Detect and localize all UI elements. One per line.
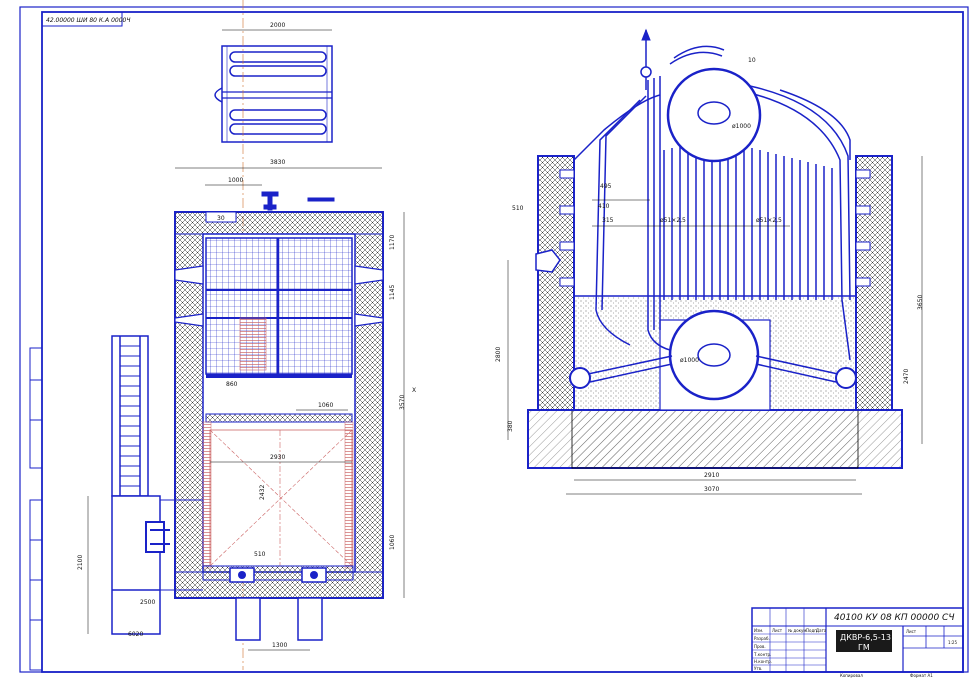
title-row-0: Изм. <box>754 628 763 633</box>
title-row-1: Лист <box>772 628 783 633</box>
label-sub: ГМ <box>858 643 870 652</box>
safety-valve <box>640 28 652 90</box>
foot-right <box>297 597 323 641</box>
dim-hatch-marker: 30 <box>217 215 225 222</box>
lower-drum-dia: ø1000 <box>680 357 699 364</box>
dim-inner-width: 2930 <box>270 454 285 461</box>
title-row-2: № докум. <box>788 628 808 633</box>
corner-stamp: 42.00000 ШИ 80 К.А 0000Ч <box>46 17 130 24</box>
dim-foot-spacing: 1300 <box>272 642 287 649</box>
dim-right-h2: 2470 <box>903 369 910 384</box>
dim-grate: 510 <box>254 551 266 558</box>
tube-spec-1: ø51×2,5 <box>660 217 686 224</box>
title-row-7: Т.контр. <box>753 652 771 657</box>
dim-hatch-width: 1060 <box>318 402 333 409</box>
title-row-6: Пров. <box>754 644 766 649</box>
dim-left-inner: 860 <box>226 381 238 388</box>
burner-fitting <box>261 191 335 211</box>
dim-base-h: 380 <box>507 420 514 432</box>
dim-right-v4: 1060 <box>389 535 396 550</box>
stair-steps <box>120 345 140 487</box>
dim-inner-v: 2432 <box>259 485 266 500</box>
top-tube-bundle <box>214 45 333 143</box>
title-row-5: Разраб. <box>754 636 770 641</box>
dim-top-width: 2000 <box>270 22 285 29</box>
dim-right-v1: 1170 <box>389 235 396 250</box>
plan-view: 2000 3830 1000 30 860 1060 2930 2432 510… <box>77 0 416 670</box>
leader-10: 10 <box>748 57 756 64</box>
dim-bottom-w1: 2910 <box>704 472 719 479</box>
dim-stair-h: 2100 <box>77 555 84 570</box>
format-left: Копировал <box>840 673 863 678</box>
format-right: Формат A1 <box>910 673 933 678</box>
generating-tubes <box>663 142 833 300</box>
stage-label: Лист <box>906 629 917 634</box>
title-row-9: Утв. <box>754 666 762 671</box>
platform <box>111 495 161 635</box>
dim-d3: 315 <box>602 217 614 224</box>
title-row-4: Дата <box>816 628 827 633</box>
dim-overall-width: 3830 <box>270 159 285 166</box>
title-row-8: Н.контр. <box>754 659 772 664</box>
left-margin-blocks <box>29 347 43 671</box>
dim-right-v2: 1145 <box>389 285 396 300</box>
dim-d4: 510 <box>512 205 524 212</box>
scale-value: 1:25 <box>948 640 957 645</box>
dim-d2: 410 <box>598 203 610 210</box>
dim-bottom-w2: 3070 <box>704 486 719 493</box>
dim-stair-bottom: 6020 <box>128 631 143 638</box>
dim-right-v3: 3570 <box>399 395 406 410</box>
label-block: ДКВР-6,5-13 <box>840 633 891 642</box>
foot-left <box>235 597 261 641</box>
axis-x-label: X <box>412 387 416 394</box>
boiler-drawing: 42.00000 ШИ 80 К.А 0000Ч 2000 3830 1000 … <box>19 0 969 678</box>
section-view: ø1000 ø1000 495 410 315 510 ø51×2,5 ø51×… <box>495 28 924 495</box>
tube-spec-2: ø51×2,5 <box>756 217 782 224</box>
dim-stair-w: 2500 <box>140 599 155 606</box>
dim-right-h1: 3650 <box>917 295 924 310</box>
title-code: 40100 КУ 08 КП 00000 СЧ <box>834 613 955 623</box>
dim-d1: 495 <box>600 183 612 190</box>
upper-drum-dia: ø1000 <box>732 123 751 130</box>
dim-burner-offset: 1000 <box>228 177 243 184</box>
dim-left-h: 2800 <box>495 347 502 362</box>
